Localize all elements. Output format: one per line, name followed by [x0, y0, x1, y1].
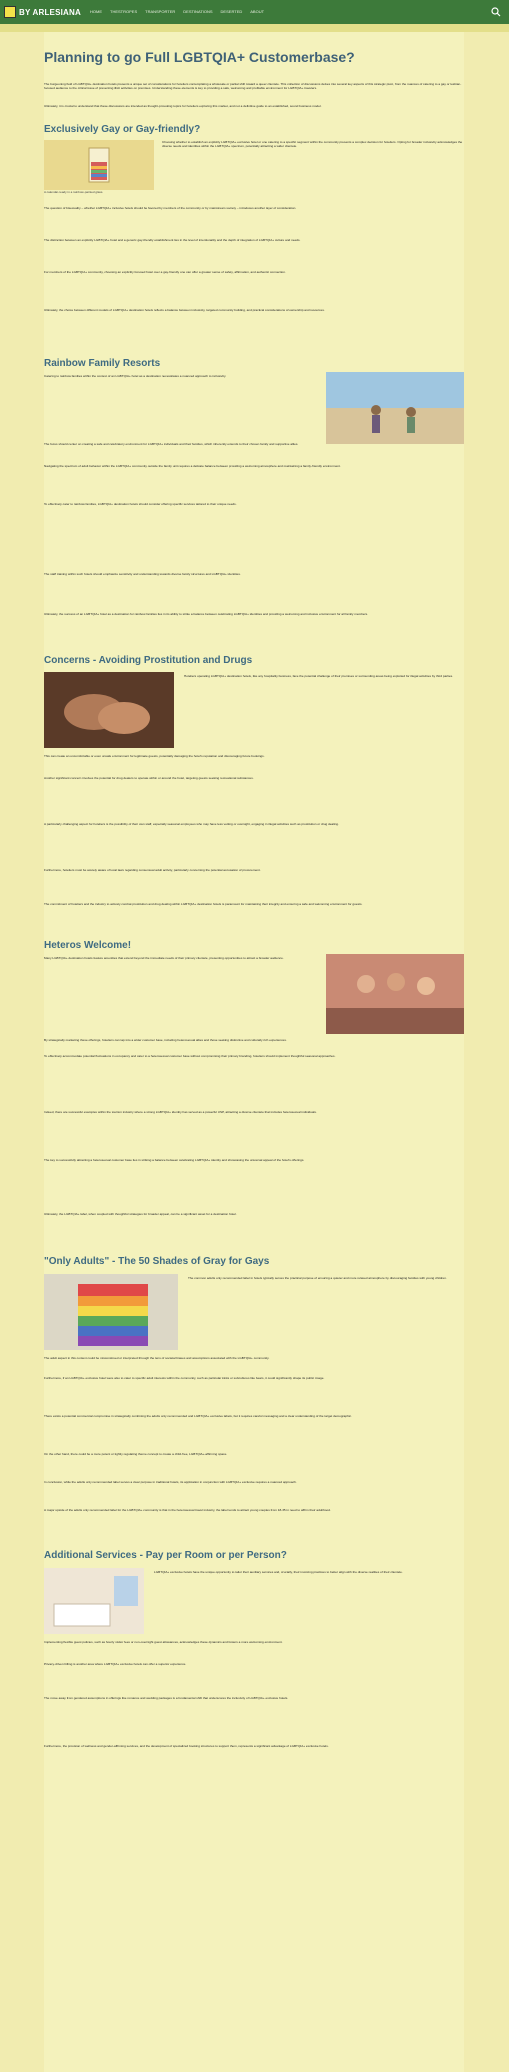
- section-paragraph: Hoteliers operating LGBTQIA+ destination…: [184, 674, 454, 678]
- section-paragraph: Ultimately, the choice between different…: [44, 308, 325, 312]
- section-paragraph: Furthermore, the provision of wellness a…: [44, 1744, 329, 1748]
- section-paragraph: To effectively accommodate potential flu…: [44, 1054, 336, 1058]
- section-paragraph: Furthermore, if an LGBTQIA+ exclusive ho…: [44, 1376, 325, 1380]
- section-paragraph: The move away from gendered assumptions …: [44, 1696, 289, 1700]
- section-heading: Exclusively Gay or Gay-friendly?: [44, 124, 201, 135]
- section-paragraph: Implementing flexible guest policies, su…: [44, 1640, 283, 1644]
- section-paragraph: Ultimately, the LGBTQIA+ label, when cou…: [44, 1212, 237, 1216]
- beach-family-figure: [326, 372, 464, 444]
- section-paragraph: On the other hand, there could be a more…: [44, 1452, 228, 1456]
- section-paragraph: Catering to rainbow families within the …: [44, 374, 227, 378]
- section-paragraph: Navigating the spectrum of adult behavio…: [44, 464, 341, 468]
- section-paragraph: Indeed, there are successful examples wi…: [44, 1110, 317, 1114]
- nav-thestropes[interactable]: THESTROPES: [110, 9, 137, 14]
- nav-transporter[interactable]: TRANSPORTER: [145, 9, 175, 14]
- section-paragraph: Furthermore, hoteliers must be acutely a…: [44, 868, 261, 872]
- section-paragraph: LGBTQIA+ exclusive hotels have the uniqu…: [154, 1570, 403, 1574]
- top-navigation-bar: BY ARLESIANA HOME THESTROPES TRANSPORTER…: [0, 0, 509, 24]
- rainbow-building-figure: [44, 1274, 178, 1350]
- intro-paragraph: Ultimately, it is crucial to understand …: [44, 104, 322, 108]
- section-heading: Heteros Welcome!: [44, 940, 132, 951]
- article: Planning to go Full LGBTQIA+ Customerbas…: [44, 32, 464, 2072]
- section-paragraph: Many LGBTQIA+ destination hotels feature…: [44, 956, 284, 960]
- section-paragraph: The adult aspect in this context could b…: [44, 1356, 270, 1360]
- room-figure: [44, 1568, 144, 1634]
- section-heading: "Only Adults" - The 50 Shades of Gray fo…: [44, 1256, 270, 1267]
- section-paragraph: By strategically marketing these offerin…: [44, 1038, 287, 1042]
- party-figure: [326, 954, 464, 1034]
- section-paragraph: For members of the LGBTQIA+ community, c…: [44, 270, 286, 274]
- section-heading: Concerns - Avoiding Prostitution and Dru…: [44, 655, 253, 666]
- section-paragraph: To effectively cater to rainbow families…: [44, 502, 237, 506]
- section-paragraph: The distinction between an explicitly LG…: [44, 238, 301, 242]
- section-paragraph: The common adults only recommended label…: [188, 1276, 447, 1280]
- main-nav: HOME THESTROPES TRANSPORTER DESTINATIONS…: [90, 9, 264, 14]
- nav-destinations[interactable]: DESTINATIONS: [183, 9, 212, 14]
- section-paragraph: There exists a potential commercial comp…: [44, 1414, 352, 1418]
- section-paragraph: A major upside of the adults only recomm…: [44, 1508, 331, 1512]
- figure-caption: A calendar-ready in a rainbow-painted gl…: [44, 190, 104, 194]
- logo-mark-icon: [4, 6, 16, 18]
- nav-deserted[interactable]: DESERTED: [221, 9, 243, 14]
- section-paragraph: In conclusion, while the adults only rec…: [44, 1480, 297, 1484]
- section-paragraph: Choosing whether to establish an explici…: [162, 140, 463, 149]
- intro-paragraph: The burgeoning field of LGBTQIA+ destina…: [44, 82, 462, 91]
- section-paragraph: The staff training within such hotels sh…: [44, 572, 241, 576]
- section-paragraph: The commitment of hoteliers and the indu…: [44, 902, 363, 906]
- nav-home[interactable]: HOME: [90, 9, 102, 14]
- search-icon[interactable]: [491, 7, 501, 17]
- site-logo[interactable]: BY ARLESIANA: [4, 6, 81, 18]
- section-paragraph: Ultimately, the success of an LGBTQIA+ h…: [44, 612, 369, 616]
- section-paragraph: A particularly challenging aspect for ho…: [44, 822, 339, 826]
- header-strip: [0, 24, 509, 32]
- nav-about[interactable]: ABOUT: [250, 9, 264, 14]
- section-paragraph: Privacy-driven billing is another area w…: [44, 1662, 187, 1666]
- section-paragraph: The key to successfully attracting a het…: [44, 1158, 305, 1162]
- hands-figure: [44, 672, 174, 748]
- rainbow-glass-figure: [44, 140, 154, 190]
- section-paragraph: The question of bisexuality – whether LG…: [44, 206, 297, 210]
- section-paragraph: This can create an uncomfortable or even…: [44, 754, 265, 758]
- logo-text: BY ARLESIANA: [19, 7, 81, 17]
- section-paragraph: Another significant concern involves the…: [44, 776, 254, 780]
- section-heading: Additional Services - Pay per Room or pe…: [44, 1550, 287, 1561]
- article-title: Planning to go Full LGBTQIA+ Customerbas…: [44, 49, 355, 65]
- section-paragraph: The focus should center on creating a sa…: [44, 442, 299, 446]
- section-heading: Rainbow Family Resorts: [44, 358, 161, 369]
